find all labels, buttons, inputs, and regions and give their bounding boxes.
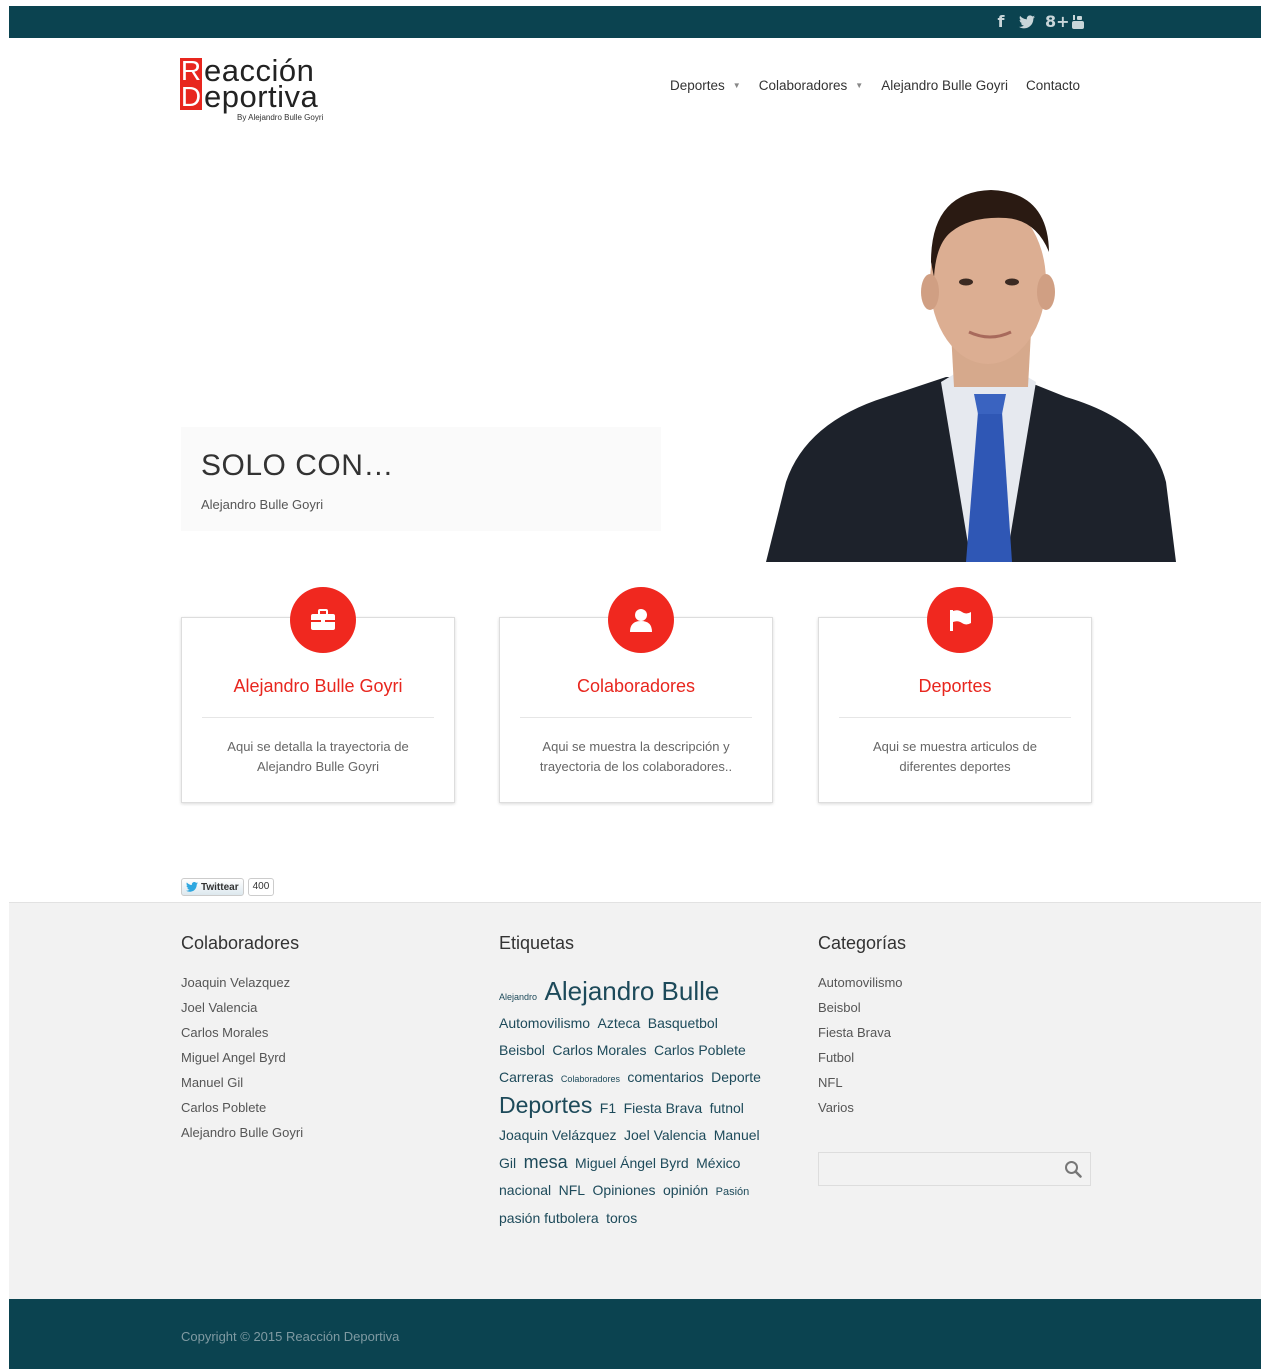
card-description: Aqui se detalla la trayectoria de Alejan…	[227, 739, 409, 774]
card-description: Aqui se muestra la descripción y trayect…	[539, 739, 733, 774]
tag-link[interactable]: Azteca	[597, 1015, 640, 1031]
tag-link[interactable]: nacional	[499, 1182, 551, 1198]
logo-letter-d: D	[180, 81, 202, 112]
facebook-icon[interactable]: f	[993, 12, 1009, 31]
tag-link[interactable]: Carreras	[499, 1069, 553, 1085]
nav-item-colaboradores[interactable]: Colaboradores ▼	[759, 78, 863, 93]
tag-link[interactable]: Colaboradores	[561, 1074, 620, 1084]
logo-word-2: eportiva	[204, 79, 319, 114]
twitter-icon	[186, 882, 198, 892]
user-icon	[608, 587, 674, 653]
tag-link[interactable]: Deportes	[499, 1092, 592, 1118]
list-item[interactable]: Manuel Gil	[181, 1073, 303, 1098]
nav-item-contacto[interactable]: Contacto	[1026, 78, 1080, 93]
tag-link[interactable]: comentarios	[627, 1069, 703, 1085]
tag-link[interactable]: México	[696, 1155, 740, 1171]
tag-link[interactable]: Basquetbol	[648, 1015, 718, 1031]
tag-link[interactable]: Miguel Ángel Byrd	[575, 1155, 689, 1171]
card-description: Aqui se muestra articulos de diferentes …	[872, 739, 1038, 774]
tag-link[interactable]: futnol	[710, 1100, 744, 1116]
tag-link[interactable]: Pasión	[716, 1186, 750, 1198]
tweet-widget: Twittear 400	[181, 878, 275, 896]
social-links: f 8+	[993, 12, 1087, 31]
copyright-text: Copyright © 2015 Reacción Deportiva	[181, 1329, 400, 1344]
list-item[interactable]: NFL	[818, 1073, 903, 1098]
tag-link[interactable]: pasión futbolera	[499, 1210, 599, 1226]
tweet-count: 400	[247, 878, 275, 896]
tag-link[interactable]: Alejandro	[499, 992, 537, 1002]
tweet-label: Twittear	[201, 881, 239, 893]
list-item[interactable]: Carlos Morales	[181, 1023, 303, 1048]
tag-link[interactable]: opinión	[663, 1182, 708, 1198]
twitter-icon[interactable]	[1019, 14, 1035, 29]
colaboradores-list: Joaquin Velazquez Joel Valencia Carlos M…	[181, 973, 303, 1148]
tag-link[interactable]: Alejandro Bulle	[544, 976, 719, 1006]
list-item[interactable]: Fiesta Brava	[818, 1023, 903, 1048]
list-item[interactable]: Miguel Angel Byrd	[181, 1048, 303, 1073]
briefcase-icon	[290, 587, 356, 653]
hero-caption: SOLO CON… Alejandro Bulle Goyri	[181, 427, 661, 531]
list-item[interactable]: Joel Valencia	[181, 998, 303, 1023]
chevron-down-icon: ▼	[855, 81, 864, 90]
nav-label: Contacto	[1026, 78, 1081, 93]
search-input[interactable]	[818, 1152, 1091, 1186]
nav-label: Colaboradores	[758, 78, 848, 93]
footer-colaboradores-title: Colaboradores	[181, 933, 300, 953]
categorias-list: Automovilismo Beisbol Fiesta Brava Futbo…	[818, 973, 903, 1123]
list-item[interactable]: Varios	[818, 1098, 903, 1123]
tag-link[interactable]: F1	[600, 1100, 616, 1116]
feature-card-deportes[interactable]: Deportes Aqui se muestra articulos de di…	[818, 587, 1092, 803]
tag-link[interactable]: Opiniones	[593, 1182, 656, 1198]
card-title[interactable]: Deportes	[819, 676, 1091, 697]
list-item[interactable]: Carlos Poblete	[181, 1098, 303, 1123]
feature-card-alejandro[interactable]: Alejandro Bulle Goyri Aqui se detalla la…	[181, 587, 455, 803]
tag-link[interactable]: NFL	[559, 1182, 585, 1198]
tag-cloud: Alejandro Alejandro Bulle Automovilismo …	[499, 978, 769, 1232]
chevron-down-icon: ▼	[732, 81, 741, 90]
search-icon[interactable]	[1064, 1160, 1082, 1178]
feature-card-colaboradores[interactable]: Colaboradores Aqui se muestra la descrip…	[499, 587, 773, 803]
card-divider	[520, 717, 752, 718]
bottom-bar: Copyright © 2015 Reacción Deportiva	[9, 1299, 1261, 1369]
tag-link[interactable]: Joel Valencia	[624, 1127, 706, 1143]
logo-byline: By Alejandro Bulle Goyri	[237, 113, 324, 122]
tag-link[interactable]: Carlos Morales	[552, 1042, 646, 1058]
list-item[interactable]: Joaquin Velazquez	[181, 973, 303, 998]
nav-item-deportes[interactable]: Deportes ▼	[670, 78, 741, 93]
footer-categorias-title: Categorías	[818, 933, 907, 953]
tag-link[interactable]: mesa	[524, 1152, 568, 1172]
list-item[interactable]: Alejandro Bulle Goyri	[181, 1123, 303, 1148]
tag-link[interactable]: Deporte	[711, 1069, 761, 1085]
tag-link[interactable]: Beisbol	[499, 1042, 545, 1058]
card-divider	[202, 717, 434, 718]
card-title[interactable]: Colaboradores	[500, 676, 772, 697]
footer-etiquetas-title: Etiquetas	[499, 933, 575, 953]
card-title[interactable]: Alejandro Bulle Goyri	[182, 676, 454, 697]
tag-link[interactable]: Fiesta Brava	[624, 1100, 703, 1116]
top-bar: f 8+	[9, 6, 1261, 38]
portrait-image	[766, 190, 1176, 562]
tweet-button[interactable]: Twittear	[181, 878, 244, 896]
googleplus-icon[interactable]: 8+	[1045, 12, 1070, 31]
hero-title: SOLO CON…	[201, 449, 394, 482]
hero-subtitle: Alejandro Bulle Goyri	[201, 497, 324, 512]
nav-item-alejandro[interactable]: Alejandro Bulle Goyri	[881, 78, 1008, 93]
tag-link[interactable]: Joaquin Velázquez	[499, 1127, 617, 1143]
list-item[interactable]: Futbol	[818, 1048, 903, 1073]
nav-label: Deportes	[670, 78, 725, 93]
tag-link[interactable]: toros	[606, 1210, 637, 1226]
main-nav: Deportes ▼ Colaboradores ▼ Alejandro Bul…	[670, 78, 1080, 93]
card-divider	[839, 717, 1071, 718]
youtube-icon[interactable]	[1071, 14, 1087, 30]
list-item[interactable]: Automovilismo	[818, 973, 903, 998]
tag-link[interactable]: Automovilismo	[499, 1015, 590, 1031]
site-logo[interactable]: R eacción D eportiva By Alejandro Bulle …	[180, 55, 370, 128]
tag-link[interactable]: Carlos Poblete	[654, 1042, 746, 1058]
flag-icon	[927, 587, 993, 653]
list-item[interactable]: Beisbol	[818, 998, 903, 1023]
nav-label: Alejandro Bulle Goyri	[881, 78, 1009, 93]
